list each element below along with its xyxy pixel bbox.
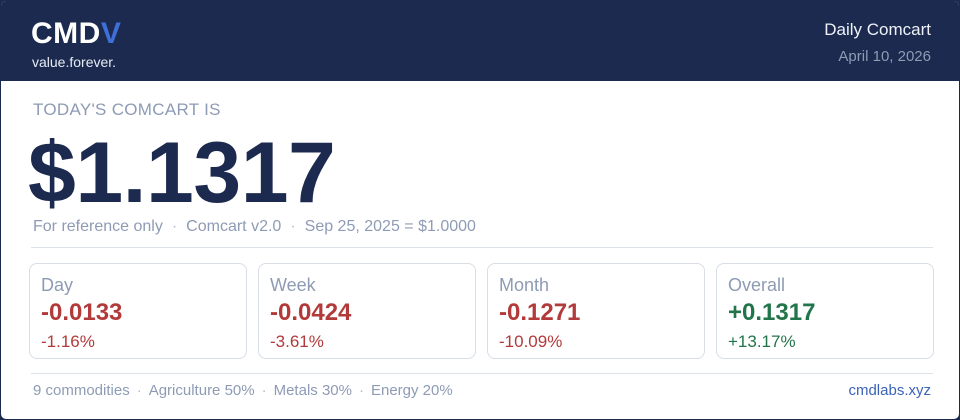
reference-separator: · — [171, 218, 178, 235]
change-tiles: Day -0.0133 -1.16% Week -0.0424 -3.61% M… — [29, 263, 934, 359]
divider — [31, 373, 933, 374]
tile-label: Month — [499, 275, 550, 295]
footer-separator: · — [136, 382, 142, 399]
tile-label: Week — [270, 275, 316, 295]
comcart-card: CMDV value.forever. Daily Comcart April … — [0, 0, 960, 420]
reference-line: For reference only · Comcart v2.0 · Sep 25, … — [33, 218, 476, 236]
site-link[interactable]: cmdlabs.xyz — [848, 382, 931, 399]
reference-separator: · — [290, 218, 296, 235]
tile-week: Week -0.0424 -3.61% — [258, 263, 476, 359]
brand-tagline: value.forever. — [32, 54, 117, 70]
composition-footer: 9 commodities · Agriculture 50% · Metals 30%… — [33, 382, 453, 399]
tile-month: Month -0.1271 -10.09% — [487, 263, 705, 359]
tile-percent: -1.16% — [41, 332, 95, 351]
footer-agriculture: Agriculture 50% — [148, 382, 255, 399]
tile-percent: -10.09% — [499, 332, 563, 351]
tile-day: Day -0.0133 -1.16% — [29, 263, 247, 359]
brand-logo: CMDV — [31, 18, 121, 50]
header-bar: CMDV value.forever. Daily Comcart April … — [1, 1, 959, 81]
footer-separator: · — [261, 382, 267, 399]
tile-label: Day — [41, 275, 74, 295]
brand-main-text: CMD — [31, 17, 101, 50]
tile-change: +0.1317 — [728, 299, 816, 326]
tile-percent: -3.61% — [270, 332, 324, 351]
header-info: Daily Comcart April 10, 2026 — [824, 20, 931, 66]
footer-commodities: 9 commodities — [33, 382, 130, 399]
footer-energy: Energy 20% — [370, 382, 453, 399]
footer-separator: · — [358, 382, 364, 399]
reference-version: Comcart v2.0 — [186, 218, 282, 235]
tile-percent: +13.17% — [728, 332, 796, 351]
header-title: Daily Comcart — [824, 20, 931, 39]
tile-change: -0.0424 — [270, 299, 352, 326]
reference-base: Sep 25, 2025 = $1.0000 — [304, 218, 476, 235]
header-date: April 10, 2026 — [838, 48, 931, 65]
divider — [31, 247, 933, 248]
brand-accent-text: V — [100, 17, 122, 50]
tile-change: -0.0133 — [41, 299, 123, 326]
tile-label: Overall — [728, 275, 786, 295]
tile-overall: Overall +0.1317 +13.17% — [716, 263, 934, 359]
reference-note: For reference only — [33, 218, 163, 235]
footer-metals: Metals 30% — [273, 382, 352, 399]
current-price: $1.1317 — [28, 125, 336, 221]
price-kicker: TODAY'S COMCART IS — [33, 100, 221, 119]
tile-change: -0.1271 — [499, 299, 581, 326]
